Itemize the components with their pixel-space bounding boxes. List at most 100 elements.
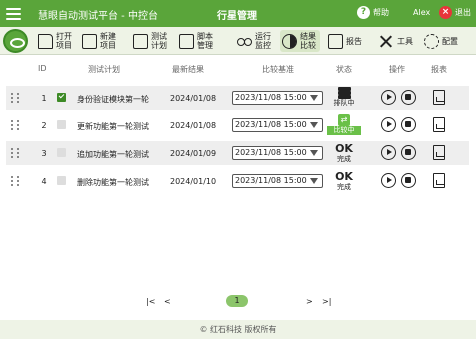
ok-glyph: OK	[335, 142, 353, 155]
baseline-select[interactable]: 2023/11/08 15:00	[232, 146, 323, 160]
table-header: ID 测试计划 最新结果 比较基准 状态 操作 报表	[6, 60, 469, 77]
chevron-down-icon	[310, 95, 318, 101]
baseline-value: 2023/11/08 15:00	[235, 93, 307, 102]
new-project-button[interactable]: 新建项目	[82, 30, 118, 52]
open-project-button[interactable]: 打开项目	[38, 30, 74, 52]
drag-handle-icon[interactable]	[11, 120, 20, 130]
toolbar-label: 结果比较	[300, 32, 316, 50]
row-id: 3	[41, 149, 47, 158]
toolbar-label: 脚本管理	[197, 32, 213, 50]
plan-name: 删除功能第一轮测试	[77, 178, 149, 187]
column-header-baseline: 比较基准	[262, 65, 294, 74]
compare-icon: ⇄	[338, 114, 350, 126]
app-logo-icon	[3, 29, 28, 53]
baseline-select[interactable]: 2023/11/08 15:00	[232, 174, 323, 188]
status-text: 完成	[337, 155, 351, 163]
toolbar-label: 打开项目	[56, 32, 72, 50]
baseline-value: 2023/11/08 15:00	[235, 176, 307, 185]
column-header-status: 状态	[336, 65, 352, 74]
copyright-text: © 红石科技 版权所有	[199, 325, 277, 334]
play-button[interactable]	[381, 117, 396, 132]
column-header-report: 报表	[431, 65, 447, 74]
toolbar-label: 运行监控	[255, 32, 271, 50]
user-name: Alex	[413, 8, 431, 17]
toolbar-label: 报告	[346, 36, 362, 46]
status-text: 完成	[337, 183, 351, 191]
contrast-icon	[282, 33, 297, 49]
status-text: 比较中	[327, 126, 361, 135]
column-header-plan: 测试计划	[88, 65, 120, 74]
status-text: 排队中	[333, 99, 355, 107]
table-row[interactable]: 4 删除功能第一轮测试 2024/01/10 2023/11/08 15:00 …	[6, 169, 469, 193]
run-monitor-button[interactable]: 运行监控	[237, 30, 273, 52]
chevron-down-icon	[310, 150, 318, 156]
row-checkbox[interactable]	[57, 93, 66, 102]
prev-page-button[interactable]: <	[164, 297, 171, 306]
column-header-actions: 操作	[389, 65, 405, 74]
footer: © 红石科技 版权所有	[0, 320, 476, 339]
status-cell: ⇄ 比较中	[327, 114, 361, 135]
folder-open-icon	[38, 33, 53, 49]
stop-button[interactable]	[401, 145, 416, 160]
result-compare-button[interactable]: 结果比较	[280, 30, 320, 52]
tools-button[interactable]: 工具	[379, 30, 413, 52]
toolbar: 打开项目 新建项目 测试计划 脚本管理 运行监控 结果比较 报告 工具 配置	[0, 27, 476, 55]
hamburger-menu-icon[interactable]	[0, 0, 27, 27]
stop-button[interactable]	[401, 90, 416, 105]
play-button[interactable]	[381, 145, 396, 160]
first-page-button[interactable]: |<	[146, 297, 155, 306]
gear-icon	[424, 33, 439, 49]
help-icon: ?	[357, 6, 370, 19]
help-label: 帮助	[373, 8, 389, 17]
play-button[interactable]	[381, 173, 396, 188]
report-chart-icon[interactable]	[433, 117, 445, 132]
row-checkbox[interactable]	[57, 120, 66, 129]
test-plan-table: ID 测试计划 最新结果 比较基准 状态 操作 报表 1 身份验证模块第一轮 2…	[6, 60, 469, 191]
next-page-button[interactable]: >	[306, 297, 313, 306]
baseline-select[interactable]: 2023/11/08 15:00	[232, 91, 323, 105]
row-checkbox[interactable]	[57, 148, 66, 157]
row-id: 2	[41, 121, 47, 130]
close-icon: ×	[439, 6, 452, 19]
table-row[interactable]: 2 更新功能第一轮测试 2024/01/08 2023/11/08 15:00 …	[6, 113, 469, 137]
clipboard-icon	[133, 33, 148, 49]
report-icon	[328, 33, 343, 49]
table-row[interactable]: 1 身份验证模块第一轮 2024/01/08 2023/11/08 15:00 …	[6, 86, 469, 110]
stack-icon	[337, 87, 351, 99]
script-icon	[179, 33, 194, 49]
toolbar-label: 配置	[442, 36, 458, 46]
app-title: 慧眼自动测试平台 - 中控台	[38, 11, 158, 22]
test-plan-button[interactable]: 测试计划	[133, 30, 169, 52]
last-page-button[interactable]: >|	[322, 297, 331, 306]
glasses-icon	[237, 34, 252, 49]
baseline-select[interactable]: 2023/11/08 15:00	[232, 118, 323, 132]
drag-handle-icon[interactable]	[11, 93, 20, 103]
play-button[interactable]	[381, 90, 396, 105]
exit-label: 退出	[455, 8, 471, 17]
toolbar-label: 新建项目	[100, 32, 116, 50]
table-row[interactable]: 3 追加功能第一轮测试 2024/01/09 2023/11/08 15:00 …	[6, 141, 469, 165]
settings-button[interactable]: 配置	[424, 30, 458, 52]
status-cell: OK 完成	[327, 170, 361, 192]
script-management-button[interactable]: 脚本管理	[179, 30, 215, 52]
ok-glyph: OK	[335, 170, 353, 183]
current-page[interactable]: 1	[226, 295, 248, 307]
row-id: 1	[41, 94, 47, 103]
report-button[interactable]: 报告	[328, 30, 362, 52]
row-checkbox[interactable]	[57, 176, 66, 185]
drag-handle-icon[interactable]	[11, 176, 20, 186]
help-button[interactable]: ? 帮助	[357, 6, 389, 19]
chevron-down-icon	[310, 122, 318, 128]
stop-button[interactable]	[401, 173, 416, 188]
column-header-latest: 最新结果	[172, 65, 204, 74]
baseline-value: 2023/11/08 15:00	[235, 120, 307, 129]
plan-name: 更新功能第一轮测试	[77, 122, 149, 131]
plan-name: 追加功能第一轮测试	[77, 150, 149, 159]
report-chart-icon[interactable]	[433, 145, 445, 160]
report-chart-icon[interactable]	[433, 173, 445, 188]
drag-handle-icon[interactable]	[11, 148, 20, 158]
exit-button[interactable]: × 退出	[439, 6, 471, 19]
toolbar-label: 测试计划	[151, 32, 167, 50]
report-chart-icon[interactable]	[433, 90, 445, 105]
stop-button[interactable]	[401, 117, 416, 132]
